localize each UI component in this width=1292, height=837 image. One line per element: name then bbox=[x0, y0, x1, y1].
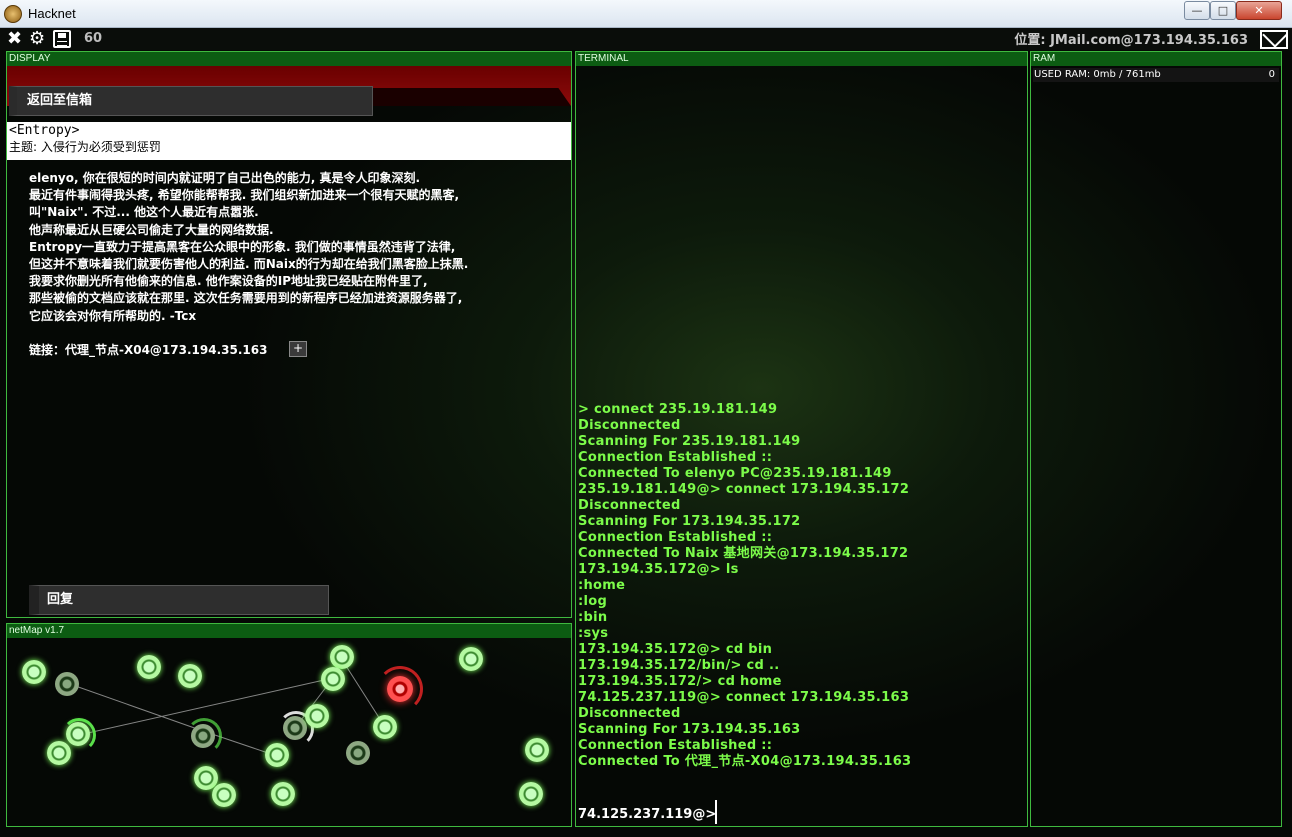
mail-body-line: 那些被偷的文档应该就在那里. 这次任务需要用到的新程序已经加进资源服务器了, bbox=[29, 291, 463, 306]
ram-usage-label: USED RAM: 0mb / 761mb bbox=[1034, 69, 1161, 80]
terminal-body[interactable]: > connect 235.19.181.149 Disconnected Scan… bbox=[576, 66, 1027, 826]
terminal-line: Disconnected bbox=[578, 706, 681, 721]
network-node[interactable] bbox=[265, 743, 289, 767]
terminal-line: 235.19.181.149@> connect 173.194.35.172 bbox=[578, 482, 910, 497]
terminal-line: Connected To elenyo PC@235.19.181.149 bbox=[578, 466, 892, 481]
top-bar: ✖ ⚙ 60 位置: JMail.com@173.194.35.163 bbox=[0, 28, 1292, 50]
network-node[interactable] bbox=[178, 664, 202, 688]
display-panel: DISPLAY 返回至信箱 <Entropy> 主题: 入侵行为必须受到惩罚 e… bbox=[6, 51, 572, 618]
display-panel-body: 返回至信箱 <Entropy> 主题: 入侵行为必须受到惩罚 elenyo, 你… bbox=[7, 66, 571, 617]
terminal-line: :sys bbox=[578, 626, 609, 641]
terminal-line: 173.194.35.172/bin/> cd .. bbox=[578, 658, 780, 673]
network-node[interactable] bbox=[519, 782, 543, 806]
netmap-panel: netMap v1.7 bbox=[6, 623, 572, 827]
network-node[interactable] bbox=[321, 667, 345, 691]
add-attachment-button[interactable]: + bbox=[289, 341, 307, 357]
mail-body-line: 叫"Naix". 不过... 他这个人最近有点嚣张. bbox=[29, 205, 259, 220]
mail-subject: 主题: 入侵行为必须受到惩罚 bbox=[9, 140, 161, 154]
terminal-line: Connected To Naix 基地网关@173.194.35.172 bbox=[578, 546, 909, 561]
network-node[interactable] bbox=[212, 783, 236, 807]
mail-body-line: 他声称最近从巨硬公司偷走了大量的网络数据. bbox=[29, 222, 274, 237]
save-icon[interactable] bbox=[53, 30, 71, 48]
terminal-line: Connection Established :: bbox=[578, 450, 773, 465]
terminal-cursor bbox=[715, 800, 717, 824]
network-node[interactable] bbox=[22, 660, 46, 684]
terminal-line: :bin bbox=[578, 610, 608, 625]
terminal-line: Connected To 代理_节点-X04@173.194.35.163 bbox=[578, 754, 912, 769]
network-node[interactable] bbox=[525, 738, 549, 762]
hacknet-client: ✖ ⚙ 60 位置: JMail.com@173.194.35.163 DISP… bbox=[0, 28, 1292, 837]
terminal-line: Scanning For 173.194.35.172 bbox=[578, 514, 801, 529]
terminal-line: 74.125.237.119@> connect 173.194.35.163 bbox=[578, 690, 910, 705]
reply-button[interactable]: 回复 bbox=[29, 585, 329, 615]
terminal-line: 173.194.35.172@> ls bbox=[578, 562, 739, 577]
terminal-panel[interactable]: TERMINAL > connect 235.19.181.149 Disconn… bbox=[575, 51, 1028, 827]
terminal-line: :log bbox=[578, 594, 608, 609]
mail-sender: <Entropy> bbox=[9, 123, 80, 138]
mail-icon[interactable] bbox=[1260, 30, 1288, 49]
network-node[interactable] bbox=[373, 715, 397, 739]
ram-body: USED RAM: 0mb / 761mb 0 bbox=[1031, 66, 1281, 826]
mail-body-line: 我要求你删光所有他偷来的信息. 他作案设备的IP地址我已经贴在附件里了, bbox=[29, 274, 428, 289]
mail-body: elenyo, 你在很短的时间内就证明了自己出色的能力, 真是令人印象深刻. 最… bbox=[29, 170, 559, 325]
ram-panel-header: RAM bbox=[1031, 52, 1281, 66]
network-node[interactable] bbox=[330, 645, 354, 669]
back-to-inbox-button[interactable]: 返回至信箱 bbox=[9, 86, 373, 116]
network-node[interactable] bbox=[55, 672, 79, 696]
terminal-line: :home bbox=[578, 578, 626, 593]
mail-attachment-link: 链接：代理_节点-X04@173.194.35.163 bbox=[29, 343, 268, 357]
mail-body-line: 但这并不意味着我们就要伤害他人的利益. 而Naix的行为却在给我们黑客脸上抹黑. bbox=[29, 257, 469, 272]
app-icon bbox=[4, 5, 22, 23]
netmap-panel-header: netMap v1.7 bbox=[7, 624, 571, 638]
ram-usage-row: USED RAM: 0mb / 761mb 0 bbox=[1033, 68, 1279, 82]
terminal-line: Scanning For 173.194.35.163 bbox=[578, 722, 801, 737]
network-node[interactable] bbox=[459, 647, 483, 671]
netmap-body bbox=[7, 638, 571, 826]
network-node[interactable] bbox=[137, 655, 161, 679]
location-label: 位置: JMail.com@173.194.35.163 bbox=[1014, 33, 1248, 48]
mail-body-line: 最近有件事闹得我头疼, 希望你能帮帮我. 我们组织新加进来一个很有天赋的黑客, bbox=[29, 188, 460, 203]
network-node[interactable] bbox=[305, 704, 329, 728]
terminal-line: Connection Established :: bbox=[578, 530, 773, 545]
minimize-button[interactable]: — bbox=[1184, 1, 1210, 20]
network-node[interactable] bbox=[47, 741, 71, 765]
terminal-panel-header: TERMINAL bbox=[576, 52, 1027, 66]
window-titlebar: Hacknet — □ ✕ bbox=[0, 0, 1292, 28]
terminal-prompt[interactable]: 74.125.237.119@> bbox=[578, 807, 716, 822]
node-ring bbox=[186, 718, 222, 754]
display-panel-header: DISPLAY bbox=[7, 52, 571, 66]
terminal-line: > connect 235.19.181.149 bbox=[578, 402, 778, 417]
maximize-button[interactable]: □ bbox=[1210, 1, 1236, 20]
terminal-line: Connection Established :: bbox=[578, 738, 773, 753]
target-ring bbox=[377, 666, 423, 712]
ram-panel: RAM USED RAM: 0mb / 761mb 0 bbox=[1030, 51, 1282, 827]
terminal-line: 173.194.35.172@> cd bin bbox=[578, 642, 773, 657]
counter: 60 bbox=[84, 31, 103, 46]
mail-body-line: Entropy一直致力于提高黑客在公众眼中的形象. 我们做的事情虽然违背了法律, bbox=[29, 239, 456, 254]
network-node[interactable] bbox=[346, 741, 370, 765]
terminal-line: Disconnected bbox=[578, 498, 681, 513]
terminal-line: Disconnected bbox=[578, 418, 681, 433]
terminal-line: Scanning For 235.19.181.149 bbox=[578, 434, 801, 449]
window-title: Hacknet bbox=[28, 6, 76, 21]
close-window-button[interactable]: ✕ bbox=[1236, 1, 1282, 20]
mail-body-line: 它应该会对你有所帮助的. -Tcx bbox=[29, 308, 197, 323]
terminal-output: > connect 235.19.181.149 Disconnected Scan… bbox=[578, 402, 911, 770]
close-icon[interactable]: ✖ bbox=[7, 29, 22, 49]
network-node[interactable] bbox=[271, 782, 295, 806]
mail-header: <Entropy> 主题: 入侵行为必须受到惩罚 bbox=[7, 122, 571, 160]
gear-icon[interactable]: ⚙ bbox=[29, 29, 45, 49]
ram-process-count: 0 bbox=[1268, 69, 1275, 80]
terminal-line: 173.194.35.172/> cd home bbox=[578, 674, 782, 689]
mail-body-line: elenyo, 你在很短的时间内就证明了自己出色的能力, 真是令人印象深刻. bbox=[29, 171, 421, 185]
